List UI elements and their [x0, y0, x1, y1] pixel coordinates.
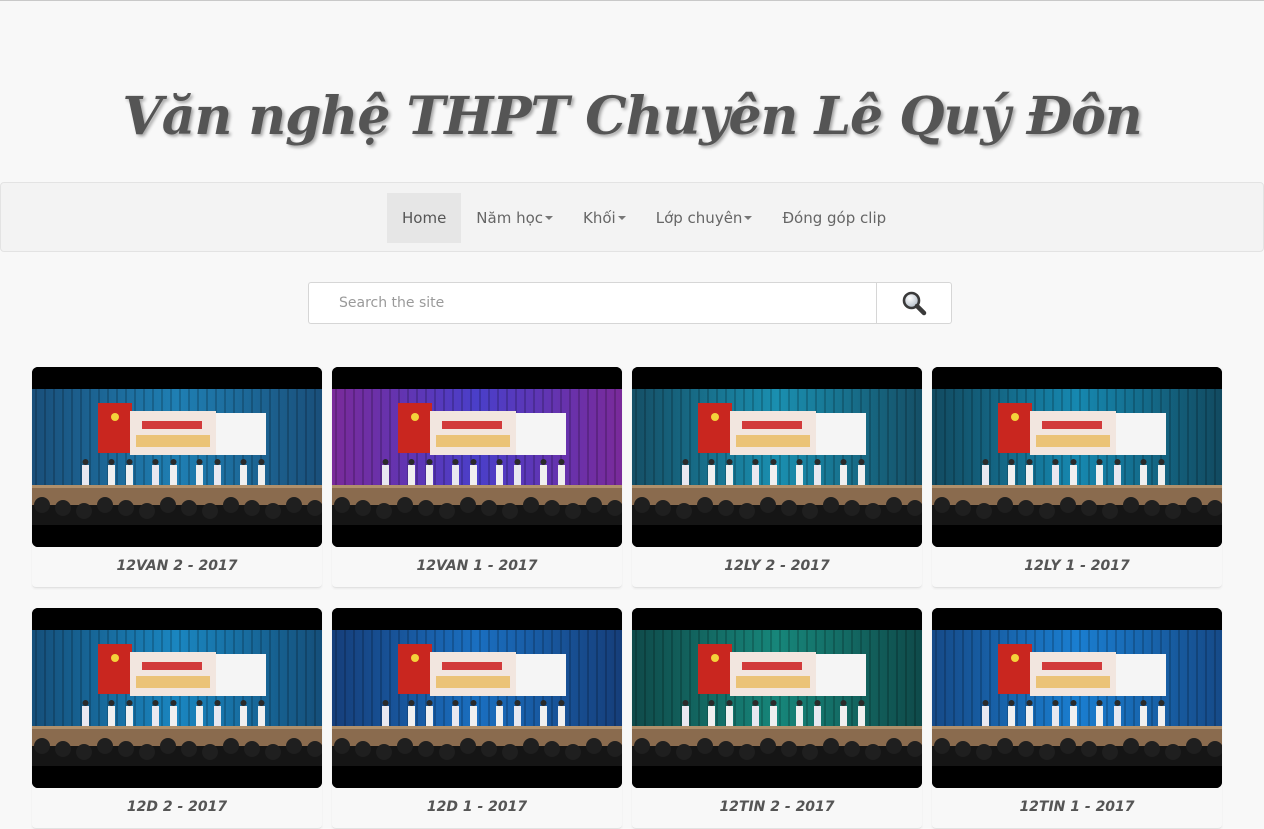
nav-item-label: Đóng góp clip — [782, 209, 887, 227]
caret-down-icon — [545, 216, 554, 220]
video-thumbnail[interactable] — [32, 367, 322, 547]
video-title[interactable]: 12D 1 - 2017 — [332, 788, 622, 826]
nav-item-label: Lớp chuyên — [655, 209, 743, 227]
video-title[interactable]: 12LY 2 - 2017 — [632, 547, 922, 585]
video-thumbnail[interactable] — [932, 608, 1222, 788]
nav-item-label: Khối — [583, 209, 616, 227]
video-thumbnail[interactable] — [632, 367, 922, 547]
video-card[interactable]: 12TIN 1 - 2017 — [932, 608, 1222, 829]
video-grid: 12VAN 2 - 2017 12VAN 1 - 2017 12LY 2 - 2… — [32, 367, 1232, 829]
video-card[interactable]: 12LY 1 - 2017 — [932, 367, 1222, 588]
video-thumbnail[interactable] — [932, 367, 1222, 547]
video-card[interactable]: 12D 2 - 2017 — [32, 608, 322, 829]
stage-photo — [632, 367, 922, 547]
video-card[interactable]: 12LY 2 - 2017 — [632, 367, 922, 588]
video-card[interactable]: 12D 1 - 2017 — [332, 608, 622, 829]
video-title[interactable]: 12VAN 2 - 2017 — [32, 547, 322, 585]
stage-photo — [332, 367, 622, 547]
caret-down-icon — [744, 216, 753, 220]
video-title[interactable]: 12LY 1 - 2017 — [932, 547, 1222, 585]
nav-item-nam-hoc[interactable]: Năm học — [461, 193, 568, 243]
video-title[interactable]: 12TIN 2 - 2017 — [632, 788, 922, 826]
navbar: Home Năm học Khối Lớp chuyên Đóng góp cl… — [0, 182, 1264, 252]
stage-photo — [932, 608, 1222, 788]
search-button[interactable] — [876, 282, 952, 324]
video-card[interactable]: 12VAN 1 - 2017 — [332, 367, 622, 588]
stage-photo — [332, 608, 622, 788]
video-title[interactable]: 12VAN 1 - 2017 — [332, 547, 622, 585]
video-thumbnail[interactable] — [332, 608, 622, 788]
nav-item-khoi[interactable]: Khối — [568, 193, 641, 243]
stage-photo — [32, 367, 322, 547]
video-thumbnail[interactable] — [32, 608, 322, 788]
nav-item-label: Home — [402, 209, 447, 227]
site-title: Văn nghệ THPT Chuyên Lê Quý Đôn — [122, 86, 1142, 147]
nav-item-lop-chuyen[interactable]: Lớp chuyên — [641, 193, 768, 243]
magnifier-icon — [902, 291, 927, 316]
video-title[interactable]: 12TIN 1 - 2017 — [932, 788, 1222, 826]
video-thumbnail[interactable] — [632, 608, 922, 788]
search-bar — [308, 282, 952, 324]
nav-item-dong-gop-clip[interactable]: Đóng góp clip — [767, 193, 901, 243]
caret-down-icon — [617, 216, 626, 220]
stage-photo — [932, 367, 1222, 547]
video-card[interactable]: 12TIN 2 - 2017 — [632, 608, 922, 829]
stage-photo — [32, 608, 322, 788]
video-thumbnail[interactable] — [332, 367, 622, 547]
nav-item-label: Năm học — [476, 209, 544, 227]
nav-item-home[interactable]: Home — [387, 193, 462, 243]
search-input[interactable] — [308, 282, 876, 324]
video-title[interactable]: 12D 2 - 2017 — [32, 788, 322, 826]
nav-list: Home Năm học Khối Lớp chuyên Đóng góp cl… — [387, 193, 901, 243]
stage-photo — [632, 608, 922, 788]
video-card[interactable]: 12VAN 2 - 2017 — [32, 367, 322, 588]
